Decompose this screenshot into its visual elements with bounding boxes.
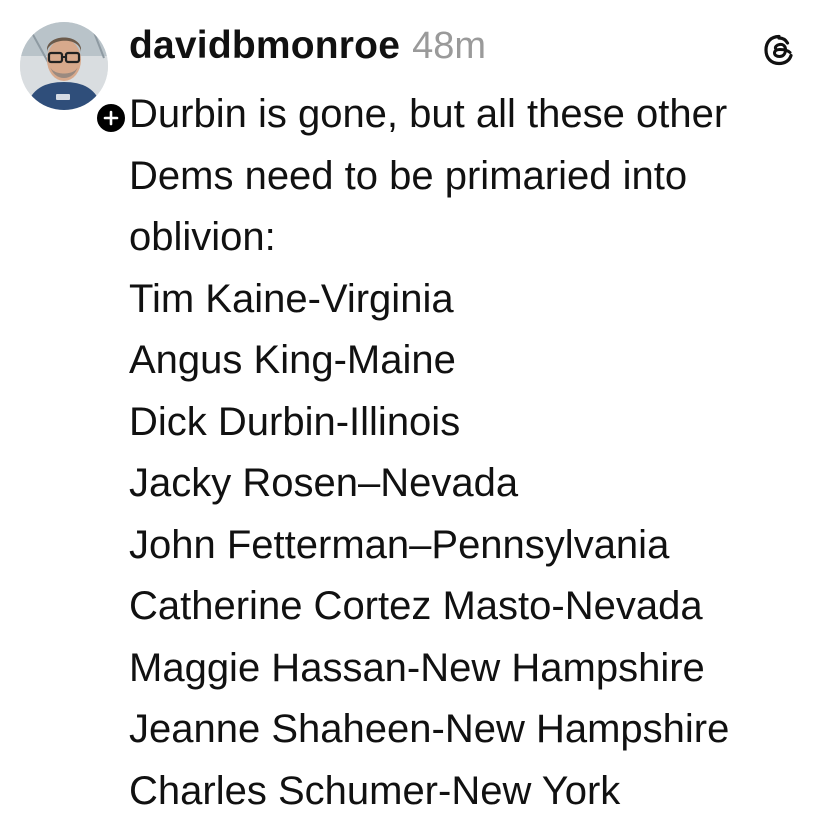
senator-list-item: Jacky Rosen–Nevada — [129, 461, 519, 505]
senator-list-item: Maggie Hassan-New Hampshire — [129, 645, 705, 690]
senator-list-item: Catherine Cortez Masto-Nevada — [129, 584, 703, 628]
avatar-photo[interactable] — [20, 22, 108, 110]
post-text-line: oblivion: — [129, 215, 276, 259]
senator-list-item: John Fetterman–Pennsylvania — [129, 522, 670, 567]
author-avatar[interactable] — [20, 22, 129, 136]
post-text-line: Dems need to be primaried into — [129, 153, 688, 198]
senator-list-item: Charles Schumer-New York — [129, 768, 621, 813]
post-timestamp: 48m — [412, 25, 487, 67]
senator-list-item: Dick Durbin-Illinois — [129, 399, 461, 444]
follow-plus-icon[interactable] — [93, 100, 129, 136]
senator-list-item: Tim Kaine-Virginia — [129, 276, 454, 321]
username[interactable]: davidbmonroe — [129, 24, 400, 68]
threads-logo-icon[interactable] — [760, 31, 798, 69]
post-body: Durbin is gone, but all these other Dems… — [129, 84, 819, 822]
thread-post: davidbmonroe 48m Durbin is gone, but all… — [0, 0, 828, 829]
post-text-line: Durbin is gone, but all these other — [129, 92, 728, 136]
post-header: davidbmonroe 48m — [129, 24, 486, 74]
senator-list-item: Jeanne Shaheen-New Hampshire — [129, 707, 730, 751]
senator-list-item: Angus King-Maine — [129, 338, 456, 382]
